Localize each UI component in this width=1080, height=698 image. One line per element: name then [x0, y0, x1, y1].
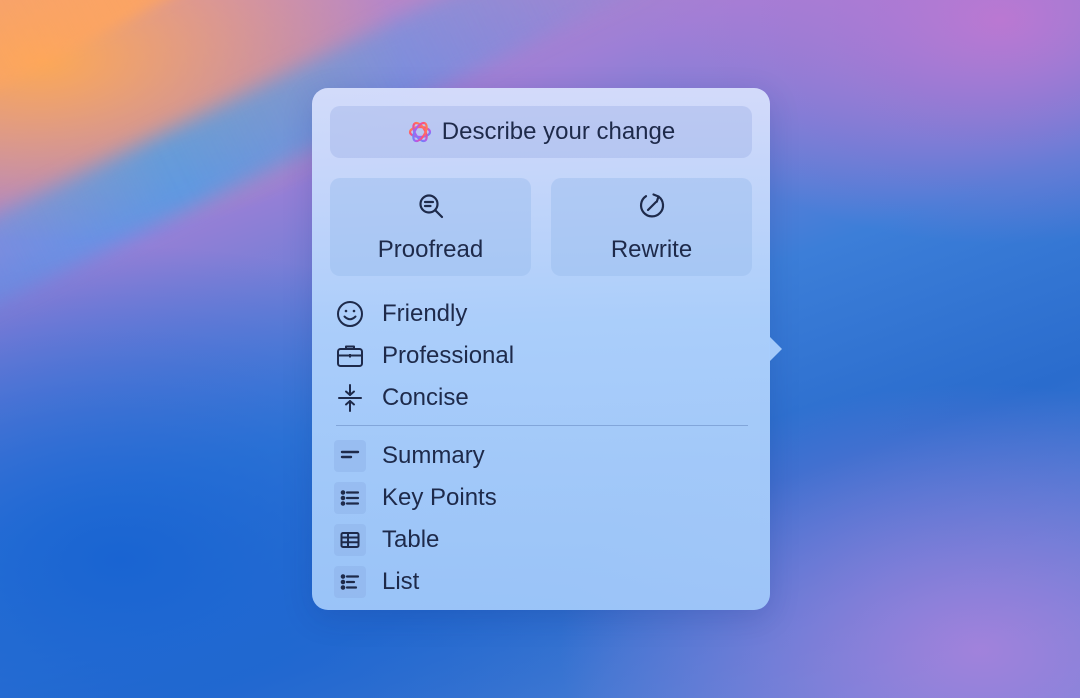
- menu-item-label: List: [382, 568, 420, 595]
- menu-item-list[interactable]: List: [334, 563, 754, 601]
- list-icon: [334, 566, 366, 598]
- smiley-icon: [334, 298, 366, 330]
- menu-item-label: Summary: [382, 442, 485, 469]
- proofread-label: Proofread: [377, 235, 484, 263]
- rewrite-label: Rewrite: [610, 235, 693, 263]
- menu-item-label: Friendly: [382, 300, 468, 327]
- menu-divider: [336, 425, 748, 426]
- proofread-button[interactable]: Proofread: [330, 178, 531, 276]
- menu-item-label: Concise: [382, 384, 469, 411]
- describe-change-label: Describe your change: [441, 118, 676, 145]
- writing-tools-popover: Describe your change Proofread Rewrite F…: [312, 88, 782, 610]
- menu-item-label: Key Points: [382, 484, 497, 511]
- summary-lines-icon: [334, 440, 366, 472]
- bullet-list-icon: [334, 482, 366, 514]
- menu-item-label: Professional: [382, 342, 515, 369]
- apple-intelligence-icon: [407, 119, 433, 145]
- rewrite-button[interactable]: Rewrite: [551, 178, 752, 276]
- menu-item-friendly[interactable]: Friendly: [334, 295, 754, 333]
- menu-item-concise[interactable]: Concise: [334, 379, 754, 417]
- briefcase-icon: [334, 340, 366, 372]
- compress-arrows-icon: [334, 382, 366, 414]
- describe-change-field[interactable]: Describe your change: [330, 106, 752, 158]
- table-icon: [334, 524, 366, 556]
- menu-item-key-points[interactable]: Key Points: [334, 479, 754, 517]
- menu-item-table[interactable]: Table: [334, 521, 754, 559]
- popover-pointer: [769, 336, 782, 362]
- menu-item-label: Table: [382, 526, 440, 553]
- menu-item-professional[interactable]: Professional: [334, 337, 754, 375]
- menu-item-summary[interactable]: Summary: [334, 437, 754, 475]
- proofread-magnifier-icon: [416, 191, 446, 228]
- rewrite-cycle-icon: [637, 191, 667, 228]
